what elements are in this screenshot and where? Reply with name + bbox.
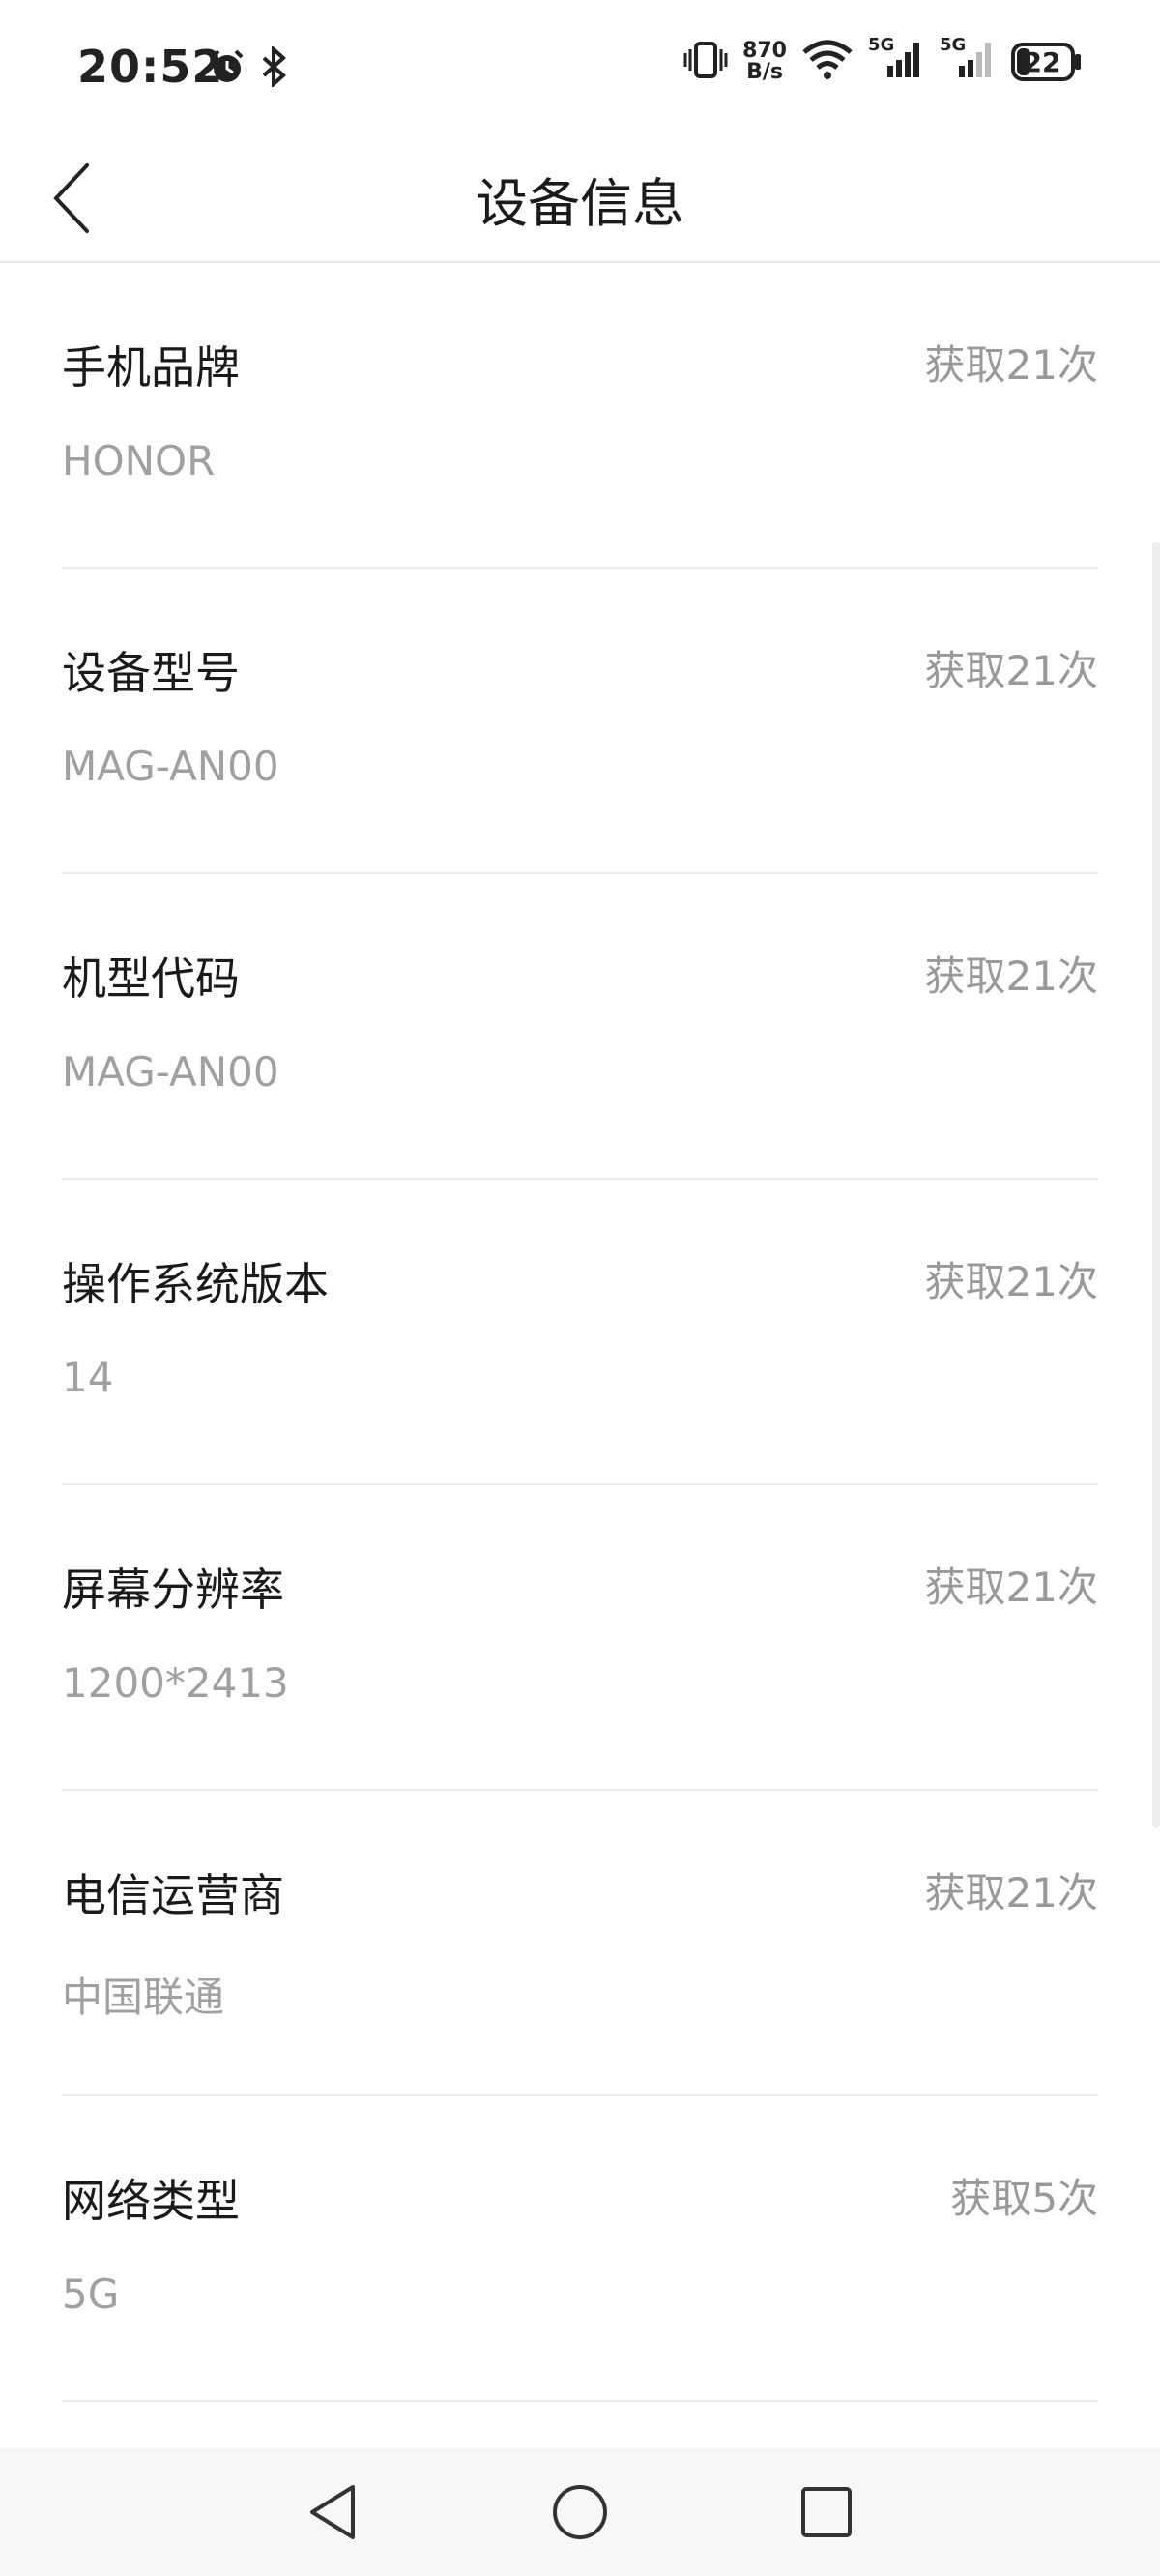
item-access-count: 获取21次 xyxy=(924,647,1098,694)
scrollbar[interactable] xyxy=(1152,542,1160,1828)
chevron-left-icon xyxy=(53,163,89,233)
speed-unit: B/s xyxy=(746,60,783,84)
item-label: 网络类型 xyxy=(62,2175,240,2227)
item-label: 操作系统版本 xyxy=(62,1258,329,1310)
item-access-count: 获取21次 xyxy=(924,341,1098,389)
list-item-network-type: 网络类型 获取5次 5G xyxy=(62,2096,1098,2402)
item-access-count: 获取21次 xyxy=(924,1564,1098,1611)
item-label: 屏幕分辨率 xyxy=(62,1564,284,1616)
vibrate-icon xyxy=(682,40,729,84)
nav-recents-button[interactable] xyxy=(788,2474,865,2551)
item-access-count: 获取21次 xyxy=(924,952,1098,1000)
item-label: 手机品牌 xyxy=(62,341,240,394)
nav-home-button[interactable] xyxy=(541,2474,619,2551)
list-item-carrier: 电信运营商 获取21次 中国联通 xyxy=(62,1791,1098,2096)
item-value: MAG-AN00 xyxy=(62,743,279,790)
system-nav-bar xyxy=(0,2448,1160,2576)
nav-back-button[interactable] xyxy=(295,2474,372,2551)
back-triangle-icon xyxy=(310,2485,355,2539)
item-access-count: 获取5次 xyxy=(950,2175,1098,2222)
list-item-os-version: 操作系统版本 获取21次 14 xyxy=(62,1180,1098,1485)
item-value: HONOR xyxy=(62,437,216,484)
signal-icon: 5G xyxy=(940,35,998,85)
item-value: MAG-AN00 xyxy=(62,1048,279,1096)
wifi-icon xyxy=(800,39,855,85)
list-item-device-model: 设备型号 获取21次 MAG-AN00 xyxy=(62,569,1098,874)
signal-icon: 5G xyxy=(868,35,926,85)
battery-icon: 22 xyxy=(1011,43,1083,81)
item-value: 14 xyxy=(62,1354,114,1401)
status-bar: 20:52 870 B/s 5G 5G 22 xyxy=(0,0,1160,135)
speed-value: 870 xyxy=(742,39,787,63)
back-button[interactable] xyxy=(29,155,116,242)
item-value: 5G xyxy=(62,2270,120,2318)
network-speed: 870 B/s xyxy=(742,41,787,83)
item-label: 机型代码 xyxy=(62,952,240,1005)
item-label: 电信运营商 xyxy=(62,1869,284,1921)
page-title: 设备信息 xyxy=(476,172,684,234)
recents-square-icon xyxy=(801,2487,852,2537)
item-value: 中国联通 xyxy=(62,1974,225,2021)
list-item-model-code: 机型代码 获取21次 MAG-AN00 xyxy=(62,874,1098,1180)
status-time: 20:52 xyxy=(77,41,224,93)
item-access-count: 获取21次 xyxy=(924,1869,1098,1917)
list-item-phone-brand: 手机品牌 获取21次 HONOR xyxy=(62,263,1098,569)
item-value: 1200*2413 xyxy=(62,1659,289,1707)
item-access-count: 获取21次 xyxy=(924,1258,1098,1305)
header: 设备信息 xyxy=(0,135,1160,263)
bluetooth-icon xyxy=(260,44,289,91)
list-item-screen-resolution: 屏幕分辨率 获取21次 1200*2413 xyxy=(62,1485,1098,1791)
home-circle-icon xyxy=(553,2485,607,2539)
device-info-list: 手机品牌 获取21次 HONOR 设备型号 获取21次 MAG-AN00 机型代… xyxy=(0,263,1160,2402)
item-label: 设备型号 xyxy=(62,647,240,699)
battery-level: 22 xyxy=(1023,45,1061,78)
alarm-icon xyxy=(208,47,246,90)
